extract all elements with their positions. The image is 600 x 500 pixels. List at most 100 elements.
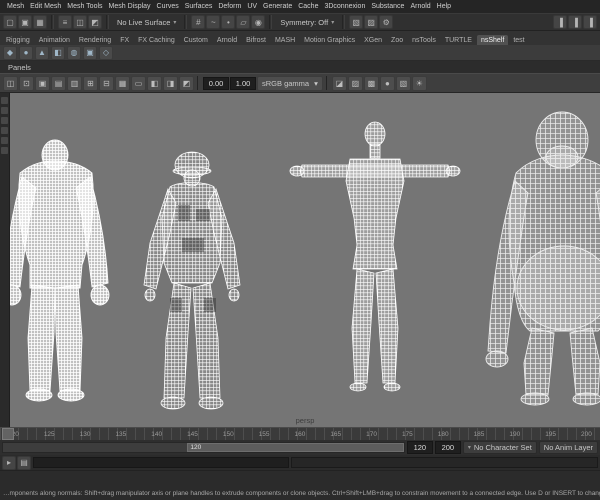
paint-select-tool-icon[interactable]	[1, 117, 8, 124]
snap-to-point-icon[interactable]: •	[221, 15, 236, 29]
two-d-pan-zoom-icon[interactable]: ⊞	[83, 75, 98, 91]
grid-display-icon[interactable]: ▦	[115, 75, 130, 91]
command-line-mel-icon[interactable]: ▸	[2, 455, 16, 470]
menu-item[interactable]: Edit Mesh	[27, 3, 64, 10]
shelf-tab[interactable]: TURTLE	[441, 35, 476, 45]
menu-item[interactable]: Mesh Display	[106, 3, 154, 10]
image-plane-icon[interactable]: ▥	[67, 75, 82, 91]
playback-end-field[interactable]	[406, 441, 433, 454]
perspective-viewport[interactable]: persp	[10, 93, 600, 427]
menu-item[interactable]: Curves	[154, 3, 182, 10]
shelf-tab[interactable]: Zoo	[387, 35, 407, 45]
menu-item[interactable]: 3Dconnexion	[321, 3, 368, 10]
command-line-input[interactable]	[33, 457, 290, 468]
lasso-tool-icon[interactable]	[1, 107, 8, 114]
animation-end-field[interactable]	[434, 441, 461, 454]
bookmarks-icon[interactable]: ▤	[51, 75, 66, 91]
shelf-item-5-icon[interactable]: ◍	[67, 45, 81, 60]
save-scene-icon[interactable]: ▦	[33, 15, 47, 29]
lighting-icon[interactable]: ☀	[411, 75, 427, 91]
attribute-editor-toggle-icon[interactable]: ▐	[553, 15, 567, 29]
lock-camera-icon[interactable]: ⊡	[19, 75, 34, 91]
menu-item[interactable]: Mesh	[4, 3, 27, 10]
menu-item[interactable]: Deform	[215, 3, 244, 10]
shelf-tab[interactable]: Arnold	[213, 35, 241, 45]
shelf-item-6-icon[interactable]: ▣	[83, 45, 97, 60]
gate-mask-icon[interactable]: ◨	[163, 75, 178, 91]
channel-box-toggle-icon[interactable]: ▐	[583, 15, 597, 29]
select-tool-icon[interactable]	[1, 97, 8, 104]
resolution-gate-icon[interactable]: ◧	[147, 75, 162, 91]
camera-attributes-icon[interactable]: ▣	[35, 75, 50, 91]
film-gate-icon[interactable]: ▭	[131, 75, 146, 91]
shelf-tab[interactable]: FX Caching	[134, 35, 179, 45]
male-figure-wireframe-model[interactable]	[289, 121, 461, 392]
textured-mode-icon[interactable]: ▧	[395, 75, 411, 91]
gamma-field[interactable]	[230, 76, 256, 90]
open-scene-icon[interactable]: ▣	[18, 15, 32, 29]
menu-item[interactable]: Arnold	[407, 3, 433, 10]
render-settings-icon[interactable]: ⚙	[379, 15, 394, 29]
tool-settings-toggle-icon[interactable]: ▐	[568, 15, 582, 29]
panel-menu-item[interactable]: Panels	[4, 63, 35, 72]
symmetry-dropdown[interactable]: Symmetry: Off ▾	[276, 18, 338, 27]
render-current-frame-icon[interactable]: ▧	[349, 15, 364, 29]
shelf-tab[interactable]: Animation	[35, 35, 74, 45]
range-slider[interactable]: 120	[2, 442, 405, 453]
shelf-tab[interactable]: Rigging	[2, 35, 34, 45]
soldier-wireframe-model[interactable]	[143, 151, 241, 410]
safe-action-icon[interactable]: ◩	[179, 75, 194, 91]
view-transform-dropdown[interactable]: sRGB gamma ▾	[257, 75, 323, 91]
ogre-wireframe-model[interactable]	[10, 139, 110, 402]
menu-item[interactable]: Mesh Tools	[64, 3, 105, 10]
shelf-item-1-icon[interactable]: ◆	[3, 45, 17, 60]
select-camera-icon[interactable]: ◫	[3, 75, 18, 91]
shelf-tab[interactable]: FX	[116, 35, 133, 45]
ipr-render-icon[interactable]: ▨	[364, 15, 379, 29]
shelf-tab[interactable]: test	[509, 35, 528, 45]
new-scene-icon[interactable]: ▢	[3, 15, 17, 29]
script-editor-icon[interactable]: ▤	[17, 455, 31, 470]
shelf-tab[interactable]: Custom	[180, 35, 212, 45]
shelf-item-7-icon[interactable]: ◇	[99, 45, 113, 60]
menu-item[interactable]: Substance	[368, 3, 407, 10]
oversampling-icon[interactable]: ⊟	[99, 75, 114, 91]
shelf-tab[interactable]: Rendering	[75, 35, 115, 45]
select-by-object-icon[interactable]: ◫	[73, 15, 87, 29]
playback-range-bar[interactable]: 120	[187, 443, 404, 452]
select-by-component-icon[interactable]: ◩	[88, 15, 102, 29]
isolate-select-icon[interactable]: ◪	[331, 75, 347, 91]
shelf-item-3-icon[interactable]: ▲	[35, 45, 49, 60]
select-by-hierarchy-icon[interactable]: ≡	[58, 15, 72, 29]
wireframe-icon[interactable]: ▩	[363, 75, 379, 91]
shelf-tab[interactable]: XGen	[360, 35, 386, 45]
move-tool-icon[interactable]	[1, 127, 8, 134]
rotate-tool-icon[interactable]	[1, 137, 8, 144]
snap-to-grid-icon[interactable]: #	[191, 15, 206, 29]
shelf-tab[interactable]: nsTools	[408, 35, 440, 45]
shelf-tab[interactable]: Bifrost	[242, 35, 270, 45]
shelf-tab[interactable]: Motion Graphics	[300, 35, 359, 45]
menu-item[interactable]: Help	[434, 3, 454, 10]
scale-tool-icon[interactable]	[1, 147, 8, 154]
shelf-item-2-icon[interactable]: ●	[19, 45, 33, 60]
snap-to-curve-icon[interactable]: ~	[206, 15, 221, 29]
gorilla-wireframe-model[interactable]	[485, 111, 600, 406]
current-frame-marker[interactable]	[2, 428, 14, 440]
snap-to-plane-icon[interactable]: ▱	[236, 15, 251, 29]
shelf-tab[interactable]: MASH	[271, 35, 299, 45]
menu-item[interactable]: Cache	[295, 3, 321, 10]
make-live-icon[interactable]: ◉	[251, 15, 266, 29]
character-set-dropdown[interactable]: ▾ No Character Set	[462, 441, 537, 454]
shelf-tab[interactable]: nsShelf	[476, 35, 509, 45]
menu-item[interactable]: Generate	[260, 3, 295, 10]
xray-icon[interactable]: ▨	[347, 75, 363, 91]
anim-layer-dropdown[interactable]: No Anim Layer	[538, 441, 598, 454]
time-slider[interactable]: 1201251301351401451501551601651701751801…	[0, 428, 600, 440]
shaded-mode-icon[interactable]: ●	[379, 75, 395, 91]
menu-item[interactable]: Surfaces	[182, 3, 216, 10]
menu-item[interactable]: UV	[244, 3, 260, 10]
exposure-field[interactable]	[203, 76, 229, 90]
live-surface-dropdown[interactable]: No Live Surface ▾	[113, 18, 180, 27]
shelf-item-4-icon[interactable]: ◧	[51, 45, 65, 60]
